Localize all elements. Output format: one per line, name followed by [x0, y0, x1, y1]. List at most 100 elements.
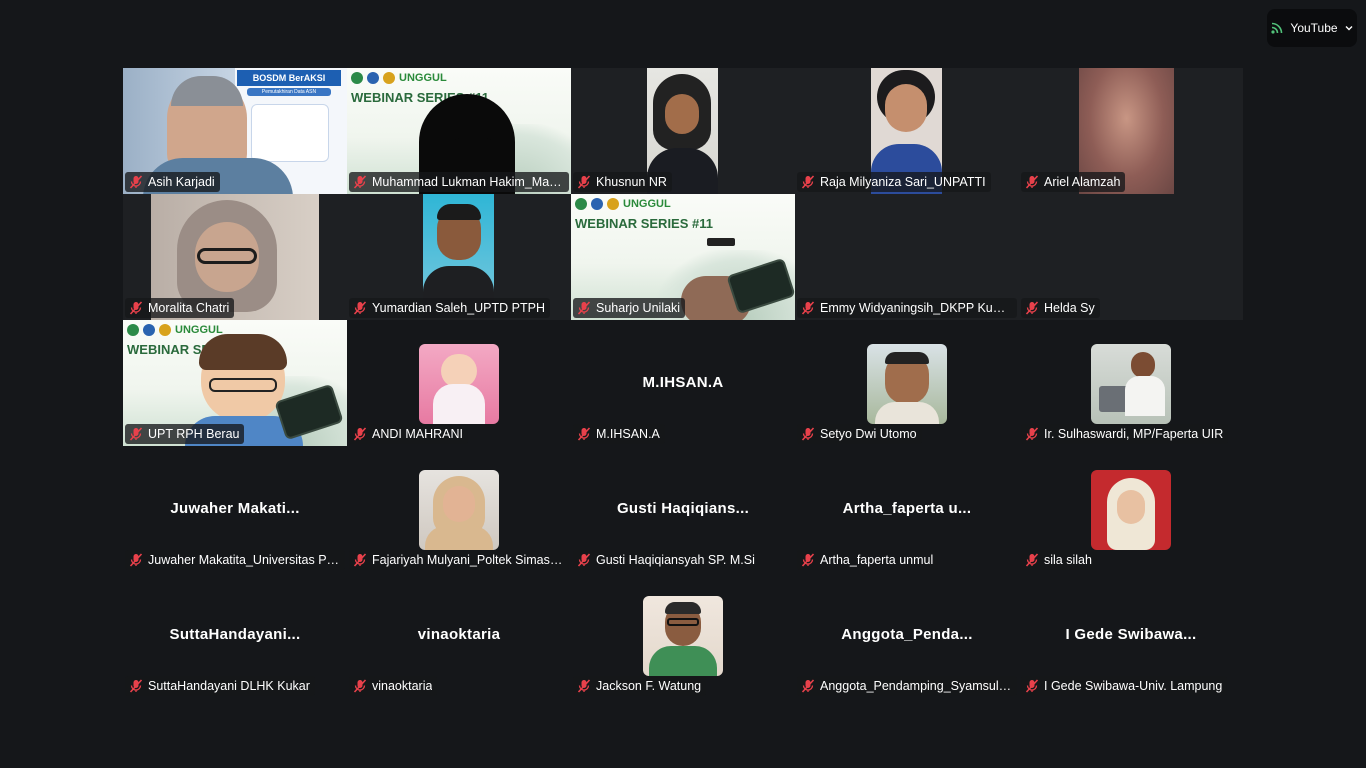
participant-name-label: Fajariyah Mulyani_Poltek Simas B...: [349, 550, 569, 570]
mic-muted-icon: [577, 553, 591, 567]
participant-name: Muhammad Lukman Hakim_Mah...: [372, 175, 564, 189]
mic-muted-icon: [1025, 175, 1039, 189]
participant-name-label: Raja Milyaniza Sari_UNPATTI: [797, 172, 991, 192]
participant-tile[interactable]: Ariel Alamzah: [1019, 68, 1243, 194]
mic-muted-icon: [353, 553, 367, 567]
mic-muted-icon: [577, 679, 591, 693]
mic-muted-icon: [129, 427, 143, 441]
participant-name-label: UPT RPH Berau: [125, 424, 245, 444]
slide-title: WEBINAR SERIES #11: [575, 216, 713, 231]
participant-display-name: Artha_faperta u...: [842, 500, 972, 517]
participant-name: Asih Karjadi: [148, 175, 215, 189]
participant-tile[interactable]: M.IHSAN.A M.IHSAN.A: [571, 320, 795, 446]
participant-tile[interactable]: Helda Sy: [1019, 194, 1243, 320]
participant-avatar: [419, 344, 499, 424]
participant-tile[interactable]: Fajariyah Mulyani_Poltek Simas B...: [347, 446, 571, 572]
participant-name-label: ANDI MAHRANI: [349, 424, 468, 444]
participant-avatar: [867, 344, 947, 424]
participant-name: Gusti Haqiqiansyah SP. M.Si: [596, 553, 755, 567]
participant-display-name: I Gede Swibawa...: [1065, 626, 1197, 643]
participant-name: Artha_faperta unmul: [820, 553, 934, 567]
chevron-down-icon: [1345, 26, 1353, 31]
participant-tile[interactable]: BOSDM BerAKSI Pemutakhiran Data ASN Asih…: [123, 68, 347, 194]
participant-name-label: Asih Karjadi: [125, 172, 220, 192]
participant-name-label: Khusnun NR: [573, 172, 672, 192]
participant-tile[interactable]: UNGGUL WEBINAR SERIES #11 Muhammad Lukma…: [347, 68, 571, 194]
mic-muted-icon: [129, 301, 143, 315]
mic-muted-icon: [353, 427, 367, 441]
mic-muted-icon: [353, 301, 367, 315]
participant-tile[interactable]: Juwaher Makati... Juwaher Makatita_Unive…: [123, 446, 347, 572]
participant-name: Emmy Widyaningsih_DKPP Kubu ...: [820, 301, 1012, 315]
participant-name: UPT RPH Berau: [148, 427, 240, 441]
mic-muted-icon: [577, 301, 591, 315]
participant-name-label: Jackson F. Watung: [573, 676, 707, 696]
participant-name-label: vinaoktaria: [349, 676, 438, 696]
participant-display-name: Gusti Haqiqians...: [616, 500, 750, 517]
participant-name-label: Setyo Dwi Utomo: [797, 424, 922, 444]
live-stream-icon: [1271, 22, 1283, 34]
youtube-live-button[interactable]: YouTube: [1267, 9, 1357, 47]
participant-name-label: Helda Sy: [1021, 298, 1100, 318]
participant-tile[interactable]: Emmy Widyaningsih_DKPP Kubu ...: [795, 194, 1019, 320]
slide-subtitle: Pemutakhiran Data ASN: [247, 88, 331, 96]
mic-muted-icon: [1025, 553, 1039, 567]
slide-brand: UNGGUL: [399, 72, 447, 84]
participant-tile[interactable]: Gusti Haqiqians... Gusti Haqiqiansyah SP…: [571, 446, 795, 572]
mic-muted-icon: [353, 175, 367, 189]
participant-tile[interactable]: Artha_faperta u... Artha_faperta unmul: [795, 446, 1019, 572]
mic-muted-icon: [129, 679, 143, 693]
participant-avatar: [1091, 470, 1171, 550]
participant-name: sila silah: [1044, 553, 1092, 567]
participant-tile[interactable]: ANDI MAHRANI: [347, 320, 571, 446]
participant-name: SuttaHandayani DLHK Kukar: [148, 679, 310, 693]
participant-tile[interactable]: Anggota_Penda... Anggota_Pendamping_Syam…: [795, 572, 1019, 698]
participant-name-label: Moralita Chatri: [125, 298, 235, 318]
participant-name-label: Gusti Haqiqiansyah SP. M.Si: [573, 550, 760, 570]
participant-tile[interactable]: Ir. Sulhaswardi, MP/Faperta UIR: [1019, 320, 1243, 446]
slide-brand: UNGGUL: [623, 198, 671, 210]
participant-name-label: SuttaHandayani DLHK Kukar: [125, 676, 315, 696]
participant-display-name: vinaoktaria: [417, 626, 501, 643]
participant-tile[interactable]: vinaoktaria vinaoktaria: [347, 572, 571, 698]
youtube-label: YouTube: [1290, 21, 1338, 35]
participant-tile[interactable]: Moralita Chatri: [123, 194, 347, 320]
participant-name: Setyo Dwi Utomo: [820, 427, 917, 441]
participant-tile[interactable]: Khusnun NR: [571, 68, 795, 194]
participant-avatar: [1091, 344, 1171, 424]
participant-tile[interactable]: UNGGUL WEBINAR SERIES #11 UPT RPH Berau: [123, 320, 347, 446]
mic-muted-icon: [353, 679, 367, 693]
participant-name: Moralita Chatri: [148, 301, 230, 315]
participant-tile[interactable]: SuttaHandayani... SuttaHandayani DLHK Ku…: [123, 572, 347, 698]
mic-muted-icon: [577, 175, 591, 189]
mic-muted-icon: [1025, 679, 1039, 693]
participant-display-name: SuttaHandayani...: [169, 626, 301, 643]
mic-muted-icon: [129, 175, 143, 189]
participant-gallery: BOSDM BerAKSI Pemutakhiran Data ASN Asih…: [123, 68, 1243, 698]
participant-display-name: Juwaher Makati...: [170, 500, 300, 517]
mic-muted-icon: [129, 553, 143, 567]
participant-name-label: Yumardian Saleh_UPTD PTPH: [349, 298, 550, 318]
participant-tile[interactable]: I Gede Swibawa... I Gede Swibawa-Univ. L…: [1019, 572, 1243, 698]
slide-title: BOSDM BerAKSI: [237, 70, 341, 86]
participant-name-label: Juwaher Makatita_Universitas Pa...: [125, 550, 345, 570]
mic-muted-icon: [1025, 301, 1039, 315]
participant-name: vinaoktaria: [372, 679, 433, 693]
participant-tile[interactable]: Jackson F. Watung: [571, 572, 795, 698]
participant-tile[interactable]: UNGGUL WEBINAR SERIES #11 Suharjo Unilak…: [571, 194, 795, 320]
mic-muted-icon: [801, 553, 815, 567]
participant-name: Raja Milyaniza Sari_UNPATTI: [820, 175, 986, 189]
participant-name: Fajariyah Mulyani_Poltek Simas B...: [372, 553, 564, 567]
participant-name-label: Ariel Alamzah: [1021, 172, 1126, 192]
participant-name: Ir. Sulhaswardi, MP/Faperta UIR: [1044, 427, 1224, 441]
participant-tile[interactable]: Raja Milyaniza Sari_UNPATTI: [795, 68, 1019, 194]
participant-name-label: Ir. Sulhaswardi, MP/Faperta UIR: [1021, 424, 1229, 444]
participant-tile[interactable]: Setyo Dwi Utomo: [795, 320, 1019, 446]
participant-name-label: Emmy Widyaningsih_DKPP Kubu ...: [797, 298, 1017, 318]
participant-name: Jackson F. Watung: [596, 679, 702, 693]
participant-name: I Gede Swibawa-Univ. Lampung: [1044, 679, 1223, 693]
participant-name-label: Suharjo Unilaki: [573, 298, 686, 318]
participant-name: Helda Sy: [1044, 301, 1095, 315]
participant-tile[interactable]: sila silah: [1019, 446, 1243, 572]
participant-tile[interactable]: Yumardian Saleh_UPTD PTPH: [347, 194, 571, 320]
